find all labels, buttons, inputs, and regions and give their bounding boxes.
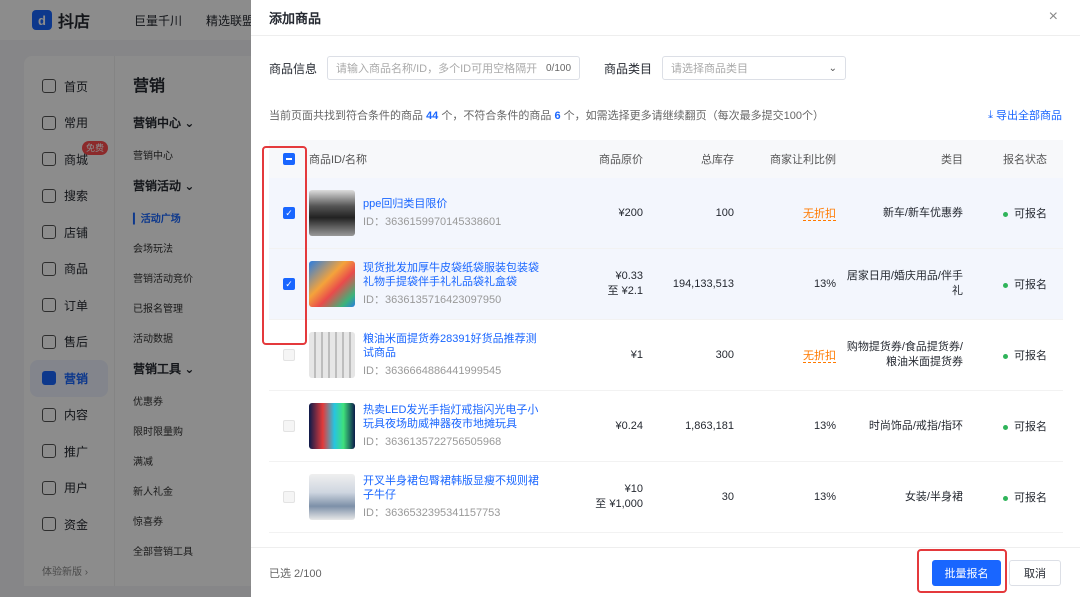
product-category: 新车/新车优惠券 [882, 206, 963, 219]
row-checkbox[interactable] [283, 491, 295, 503]
status-dot-icon [1003, 424, 1008, 430]
product-category: 居家日用/婚庆用品/伴手礼 [846, 270, 963, 297]
category-select[interactable]: 请选择商品类目 ⌄ [662, 56, 847, 80]
product-id: ID：3636664886441999545 [363, 365, 502, 377]
col-price: 商品原价 [599, 154, 643, 166]
product-search-placeholder: 请输入商品名称/ID，多个ID可用空格隔开 [336, 63, 538, 75]
product-info-label: 商品信息 [269, 61, 318, 76]
status-badge: 可报名 [963, 205, 1063, 221]
table-row[interactable]: 热卖LED发光手指灯戒指闪光电子小玩具夜场助威神器夜市地摊玩具 ID：36361… [269, 391, 1063, 462]
product-ratio: 13% [813, 491, 836, 503]
nomatch-count: 6 [554, 110, 561, 122]
status-dot-icon [1003, 282, 1008, 288]
status-badge: 可报名 [963, 347, 1063, 363]
product-ratio: 13% [813, 278, 836, 290]
product-price: ¥200 [618, 207, 643, 219]
status-badge: 可报名 [963, 276, 1063, 292]
product-table: 商品ID/名称 商品原价 总库存 商家让利比例 类目 报名状态 ✓ ppe回归类… [269, 140, 1063, 533]
status-dot-icon [1003, 353, 1008, 359]
selected-count: 已选 2/100 [269, 567, 322, 580]
product-title[interactable]: 开叉半身裙包臀裙韩版显瘦不规则裙子牛仔 [363, 474, 539, 502]
product-title[interactable]: 热卖LED发光手指灯戒指闪光电子小玩具夜场助威神器夜市地摊玩具 [363, 403, 539, 431]
product-stock: 194,133,513 [672, 278, 734, 290]
product-category: 时尚饰品/戒指/指环 [868, 419, 963, 432]
category-label: 商品类目 [604, 61, 653, 76]
table-row[interactable]: 粮油米面提货券28391好货品推荐测试商品 ID：363666488644199… [269, 320, 1063, 391]
char-counter: 0/100 [545, 62, 572, 74]
status-dot-icon [1003, 495, 1008, 501]
product-thumbnail [309, 332, 355, 378]
col-status: 报名状态 [1003, 154, 1047, 166]
product-id: ID：3636159970145338601 [363, 216, 502, 228]
match-count: 44 [426, 110, 439, 122]
status-badge: 可报名 [963, 418, 1063, 434]
product-thumbnail [309, 261, 355, 307]
add-product-drawer: 添加商品 × 商品信息 请输入商品名称/ID，多个ID可用空格隔开 0/100 … [251, 0, 1080, 597]
product-search-input[interactable]: 请输入商品名称/ID，多个ID可用空格隔开 0/100 [327, 56, 581, 80]
submit-highlight-box [917, 549, 1007, 593]
product-price: ¥0.33 至 ¥2.1 [607, 270, 643, 297]
row-checkbox[interactable] [283, 349, 295, 361]
col-ratio: 商家让利比例 [770, 154, 836, 166]
product-price: ¥10 至 ¥1,000 [595, 483, 643, 510]
product-thumbnail [309, 474, 355, 520]
cancel-button[interactable]: 取消 [1009, 560, 1061, 586]
checkbox-highlight-box [262, 146, 307, 345]
row-checkbox[interactable] [283, 420, 295, 432]
table-row[interactable]: ✓ ppe回归类目限价 ID：3636159970145338601 ¥200 … [269, 178, 1063, 249]
status-badge: 可报名 [963, 489, 1063, 505]
table-row[interactable]: ✓ 现货批发加厚牛皮袋纸袋服装包装袋礼物手提袋伴手礼礼品袋礼盒袋 ID：3636… [269, 249, 1063, 320]
download-icon: ⤓ [988, 108, 993, 121]
status-dot-icon [1003, 211, 1008, 217]
product-id: ID：3636135716423097950 [363, 294, 502, 306]
product-title[interactable]: 现货批发加厚牛皮袋纸袋服装包装袋礼物手提袋伴手礼礼品袋礼盒袋 [363, 261, 539, 289]
drawer-title: 添加商品 [269, 11, 322, 26]
product-stock: 1,863,181 [685, 420, 734, 432]
product-id: ID：3636135722756505968 [363, 436, 502, 448]
filter-row: 商品信息 请输入商品名称/ID，多个ID可用空格隔开 0/100 商品类目 请选… [251, 56, 1080, 80]
col-name: 商品ID/名称 [309, 154, 368, 166]
product-title[interactable]: ppe回归类目限价 [363, 197, 539, 211]
category-placeholder: 请选择商品类目 [671, 63, 749, 75]
ratio-no-discount: 无折扣 [803, 350, 836, 363]
product-stock: 100 [715, 207, 734, 219]
export-all-link[interactable]: ⤓ 导出全部商品 [988, 107, 1062, 123]
product-title[interactable]: 粮油米面提货券28391好货品推荐测试商品 [363, 332, 539, 360]
product-category: 购物提货券/食品提货券/粮油米面提货券 [846, 341, 963, 368]
result-summary: 当前页面共找到符合条件的商品 44 个，不符合条件的商品 6 个，如需选择更多请… [269, 110, 824, 122]
product-ratio: 13% [813, 420, 836, 432]
close-icon[interactable]: × [1049, 8, 1058, 26]
product-stock: 30 [721, 491, 734, 503]
product-thumbnail [309, 403, 355, 449]
col-category: 类目 [941, 154, 963, 166]
product-stock: 300 [715, 349, 734, 361]
drawer-header: 添加商品 × [251, 0, 1080, 36]
table-row[interactable]: 开叉半身裙包臀裙韩版显瘦不规则裙子牛仔 ID：36365323953411577… [269, 462, 1063, 533]
product-id: ID：3636532395341157753 [363, 507, 501, 519]
product-price: ¥1 [630, 349, 643, 361]
table-header: 商品ID/名称 商品原价 总库存 商家让利比例 类目 报名状态 [269, 140, 1063, 178]
product-price: ¥0.24 [615, 420, 643, 432]
product-category: 女装/半身裙 [904, 490, 963, 503]
ratio-no-discount: 无折扣 [803, 208, 836, 221]
col-stock: 总库存 [701, 154, 734, 166]
product-thumbnail [309, 190, 355, 236]
chevron-down-icon: ⌄ [828, 62, 838, 74]
